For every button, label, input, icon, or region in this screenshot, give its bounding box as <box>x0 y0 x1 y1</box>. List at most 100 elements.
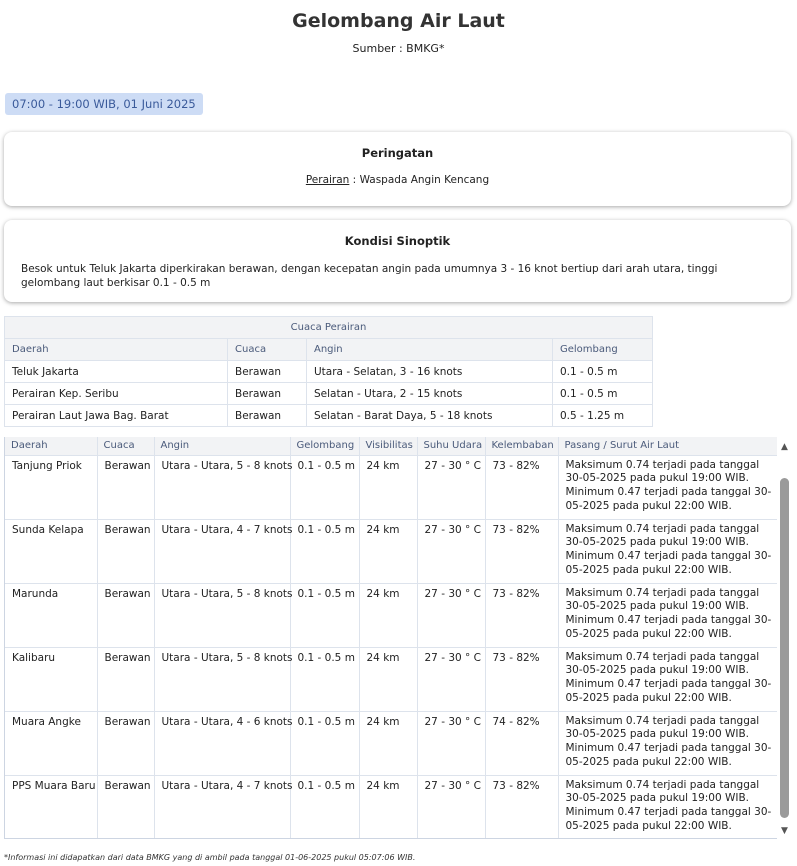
table-row: Teluk Jakarta Berawan Utara - Selatan, 3… <box>4 360 653 383</box>
table-cell: Utara - Selatan, 3 - 16 knots <box>306 360 553 383</box>
weather-table-caption: Cuaca Perairan <box>4 316 653 339</box>
table-cell: 0.1 - 0.5 m <box>552 360 653 383</box>
table-cell: 73 - 82% <box>485 775 559 838</box>
scrollbar-thumb[interactable] <box>780 478 789 818</box>
synoptic-title: Kondisi Sinoptik <box>344 234 451 248</box>
table-cell: 0.1 - 0.5 m <box>290 455 360 520</box>
warning-separator: : <box>349 174 360 186</box>
weather-table: Cuaca Perairan Daerah Cuaca Angin Gelomb… <box>4 316 653 427</box>
table-cell: 0.1 - 0.5 m <box>290 711 360 776</box>
table-cell: Kalibaru <box>5 647 98 712</box>
table-cell: Perairan Kep. Seribu <box>4 382 228 405</box>
column-header: Pasang / Surut Air Laut <box>558 437 777 456</box>
column-header: Gelombang <box>290 437 360 456</box>
table-cell: Marunda <box>5 583 98 648</box>
warning-area-label: Perairan <box>305 174 350 186</box>
table-cell: Selatan - Barat Daya, 5 - 18 knots <box>306 404 553 427</box>
table-cell: 24 km <box>359 455 418 520</box>
column-header: Daerah <box>5 437 98 456</box>
page-title: Gelombang Air Laut <box>292 10 505 32</box>
table-cell: 73 - 82% <box>485 647 559 712</box>
table-cell: 27 - 30 ° C <box>417 711 486 776</box>
table-cell: Berawan <box>97 775 155 838</box>
table-cell: Selatan - Utara, 2 - 15 knots <box>306 382 553 405</box>
table-cell: Maksimum 0.74 terjadi pada tanggal 30-05… <box>558 647 777 712</box>
table-cell: 27 - 30 ° C <box>417 455 486 520</box>
table-cell: 74 - 82% <box>485 711 559 776</box>
table-cell: 73 - 82% <box>485 455 559 520</box>
table-cell: Maksimum 0.74 terjadi pada tanggal 30-05… <box>558 583 777 648</box>
table-cell: Utara - Utara, 4 - 7 knots <box>154 775 293 838</box>
table-row: Sunda Kelapa Berawan Utara - Utara, 4 - … <box>5 519 777 584</box>
synoptic-card: Kondisi Sinoptik Besok untuk Teluk Jakar… <box>4 220 791 302</box>
table-cell: Berawan <box>97 455 155 520</box>
synoptic-text: Besok untuk Teluk Jakarta diperkirakan b… <box>21 263 718 289</box>
table-cell: Sunda Kelapa <box>5 519 98 584</box>
warning-text: Waspada Angin Kencang <box>359 174 490 186</box>
column-header: Cuaca <box>227 338 307 361</box>
table-cell: Maksimum 0.74 terjadi pada tanggal 30-05… <box>558 455 777 520</box>
port-table-header-row: Daerah Cuaca Angin Gelombang Visibilitas… <box>5 437 777 456</box>
table-cell: 73 - 82% <box>485 583 559 648</box>
table-cell: Berawan <box>227 382 307 405</box>
table-cell: Berawan <box>97 647 155 712</box>
table-cell: 24 km <box>359 583 418 648</box>
table-cell: Perairan Laut Jawa Bag. Barat <box>4 404 228 427</box>
table-cell: Berawan <box>227 404 307 427</box>
table-cell: 24 km <box>359 519 418 584</box>
table-row: Muara Angke Berawan Utara - Utara, 4 - 6… <box>5 711 777 776</box>
warning-card: Peringatan Perairan : Waspada Angin Kenc… <box>4 132 791 206</box>
table-cell: 0.1 - 0.5 m <box>290 647 360 712</box>
table-cell: Utara - Utara, 5 - 8 knots <box>154 647 293 712</box>
table-cell: 73 - 82% <box>485 519 559 584</box>
vertical-scrollbar[interactable]: ▲ ▼ <box>779 442 790 838</box>
table-cell: 0.1 - 0.5 m <box>290 775 360 838</box>
period-badge: 07:00 - 19:00 WIB, 01 Juni 2025 <box>5 93 203 115</box>
table-row: Kalibaru Berawan Utara - Utara, 5 - 8 kn… <box>5 647 777 712</box>
table-cell: 0.1 - 0.5 m <box>290 583 360 648</box>
table-cell: Berawan <box>97 519 155 584</box>
table-row: Marunda Berawan Utara - Utara, 5 - 8 kno… <box>5 583 777 648</box>
table-cell: Berawan <box>227 360 307 383</box>
table-cell: 24 km <box>359 775 418 838</box>
table-row: Perairan Kep. Seribu Berawan Selatan - U… <box>4 382 653 405</box>
table-cell: 27 - 30 ° C <box>417 647 486 712</box>
table-row: PPS Muara Baru Berawan Utara - Utara, 4 … <box>5 775 777 838</box>
table-cell: Tanjung Priok <box>5 455 98 520</box>
scroll-down-icon[interactable]: ▼ <box>779 826 790 837</box>
table-cell: 0.1 - 0.5 m <box>552 382 653 405</box>
column-header: Angin <box>154 437 291 456</box>
column-header: Visibilitas <box>359 437 418 456</box>
table-cell: 24 km <box>359 647 418 712</box>
table-row: Tanjung Priok Berawan Utara - Utara, 5 -… <box>5 455 777 520</box>
table-cell: 24 km <box>359 711 418 776</box>
warning-line: Perairan : Waspada Angin Kencang <box>4 174 791 186</box>
table-cell: 27 - 30 ° C <box>417 775 486 838</box>
table-cell: Berawan <box>97 711 155 776</box>
scroll-up-icon[interactable]: ▲ <box>779 442 790 453</box>
table-cell: 0.5 - 1.25 m <box>552 404 653 427</box>
table-row: Perairan Laut Jawa Bag. Barat Berawan Se… <box>4 404 653 427</box>
footnote: *Informasi ini didapatkan dari data BMKG… <box>4 853 416 862</box>
column-header: Angin <box>306 338 553 361</box>
column-header: Daerah <box>4 338 228 361</box>
table-cell: Utara - Utara, 5 - 8 knots <box>154 583 293 648</box>
table-cell: Utara - Utara, 4 - 7 knots <box>154 519 293 584</box>
warning-title: Peringatan <box>361 146 434 160</box>
column-header: Gelombang <box>552 338 653 361</box>
table-cell: 27 - 30 ° C <box>417 583 486 648</box>
weather-table-caption-row: Cuaca Perairan <box>4 316 653 339</box>
table-cell: 27 - 30 ° C <box>417 519 486 584</box>
table-cell: Maksimum 0.74 terjadi pada tanggal 30-05… <box>558 775 777 838</box>
source-label: Sumber : BMKG* <box>352 42 445 55</box>
table-cell: Teluk Jakarta <box>4 360 228 383</box>
table-cell: PPS Muara Baru <box>5 775 98 838</box>
table-cell: Maksimum 0.74 terjadi pada tanggal 30-05… <box>558 519 777 584</box>
table-cell: Utara - Utara, 4 - 6 knots <box>154 711 293 776</box>
column-header: Kelembaban <box>485 437 559 456</box>
port-table-scroll-area[interactable]: Daerah Cuaca Angin Gelombang Visibilitas… <box>4 437 777 839</box>
table-cell: Muara Angke <box>5 711 98 776</box>
table-cell: Maksimum 0.74 terjadi pada tanggal 30-05… <box>558 711 777 776</box>
table-cell: Berawan <box>97 583 155 648</box>
table-cell: 0.1 - 0.5 m <box>290 519 360 584</box>
